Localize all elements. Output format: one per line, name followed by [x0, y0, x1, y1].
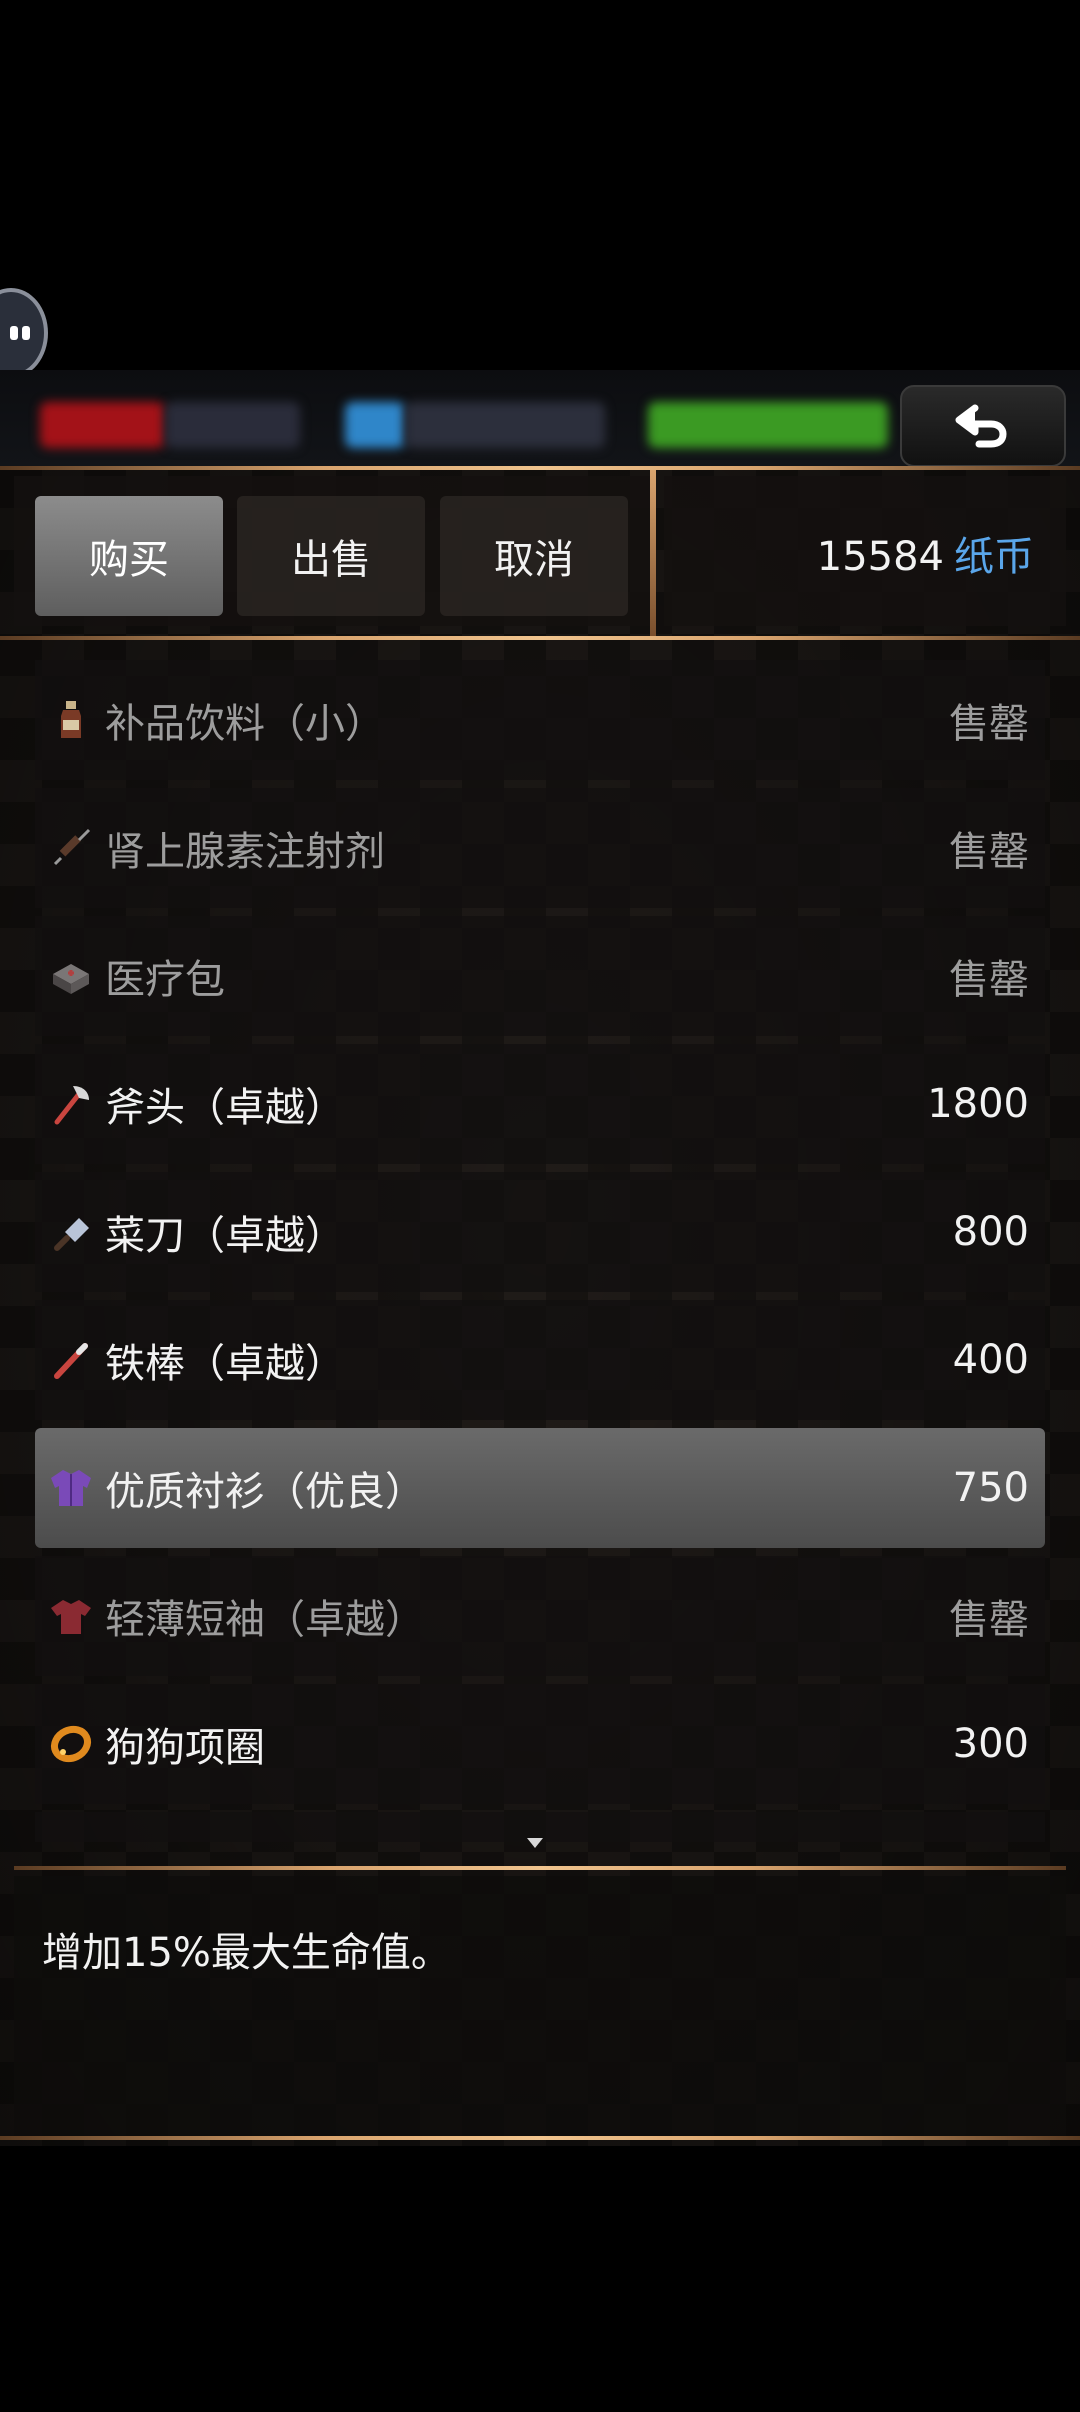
mana-bar-track [405, 402, 605, 448]
item-name: 铁棒（卓越） [105, 1341, 345, 1387]
tab-cancel[interactable]: 取消 [440, 496, 628, 616]
list-item[interactable]: 肾上腺素注射剂 售罄 [35, 788, 1045, 908]
item-name: 补品饮料（小） [105, 701, 385, 747]
list-item[interactable]: 铁棒（卓越） 400 [35, 1300, 1045, 1420]
tshirt-icon [51, 1600, 91, 1634]
item-price: 1800 [927, 1081, 1029, 1127]
scroll-down-arrow-icon [527, 1838, 543, 1848]
dog-collar-icon [50, 1725, 92, 1763]
item-price: 800 [952, 1209, 1029, 1255]
item-list[interactable]: 补品饮料（小） 售罄 肾上腺素注射剂 售罄 医疗包 售罄 斧头（卓越） 1800 [35, 660, 1045, 1842]
list-item[interactable]: 狗狗项圈 300 [35, 1684, 1045, 1804]
currency-amount: 15584 [816, 534, 944, 580]
floating-assistant-button[interactable] [0, 288, 48, 378]
list-item[interactable]: 补品饮料（小） 售罄 [35, 660, 1045, 780]
item-price: 300 [952, 1721, 1029, 1767]
list-item[interactable]: 医疗包 售罄 [35, 916, 1045, 1036]
item-name: 肾上腺素注射剂 [105, 829, 385, 875]
tab-sell[interactable]: 出售 [237, 496, 425, 616]
back-button[interactable] [900, 385, 1066, 467]
mana-bar [345, 402, 405, 448]
item-price: 售罄 [949, 829, 1029, 875]
item-price: 售罄 [949, 701, 1029, 747]
drink-bottle-icon [61, 701, 81, 738]
tab-buy[interactable]: 购买 [35, 496, 223, 616]
item-name: 狗狗项圈 [105, 1725, 265, 1771]
item-description: 增加15%最大生命值。 [42, 1930, 451, 1976]
cleaver-icon [54, 1218, 89, 1251]
item-name: 斧头（卓越） [105, 1085, 345, 1131]
assistant-eye-left [10, 326, 18, 340]
item-price: 售罄 [949, 957, 1029, 1003]
assistant-eye-right [22, 326, 30, 340]
description-area [14, 1876, 1066, 2136]
item-name: 优质衬衫（优良） [105, 1469, 425, 1515]
tab-row-divider [0, 636, 1080, 640]
item-name: 菜刀（卓越） [105, 1213, 345, 1259]
panel-top-border [0, 466, 1080, 470]
health-bar [40, 402, 165, 448]
item-price: 750 [952, 1465, 1029, 1511]
shirt-icon [51, 1470, 91, 1506]
item-price: 400 [952, 1337, 1029, 1383]
list-item[interactable]: 斧头（卓越） 1800 [35, 1044, 1045, 1164]
stamina-bar [648, 402, 888, 448]
list-item-selected[interactable]: 优质衬衫（优良） 750 [35, 1428, 1045, 1548]
item-price: 售罄 [949, 1597, 1029, 1643]
panel-bottom-border [0, 2136, 1080, 2140]
item-name: 轻薄短袖（卓越） [105, 1597, 425, 1643]
health-bar-track [165, 402, 300, 448]
syringe-icon [53, 828, 91, 866]
tab-currency-divider [650, 470, 656, 636]
back-arrow-icon [955, 404, 1007, 448]
item-name: 医疗包 [105, 957, 225, 1003]
axe-icon [54, 1086, 89, 1125]
list-item[interactable]: 菜刀（卓越） 800 [35, 1172, 1045, 1292]
currency-display: 15584 纸币 [817, 524, 1034, 582]
description-divider [14, 1866, 1066, 1870]
currency-unit: 纸币 [954, 534, 1034, 580]
iron-rod-icon [54, 1343, 88, 1379]
medkit-icon [53, 964, 89, 994]
list-item[interactable]: 轻薄短袖（卓越） 售罄 [35, 1556, 1045, 1676]
